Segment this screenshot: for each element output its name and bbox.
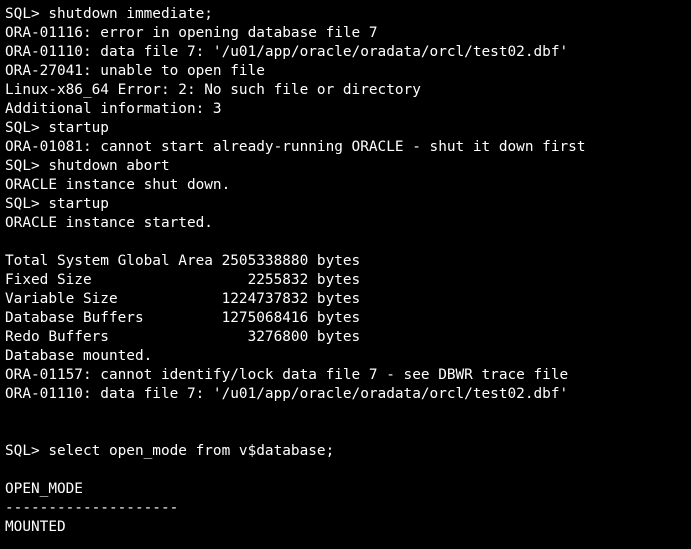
terminal-line: Additional information: 3 (5, 101, 222, 117)
terminal-line: SQL> shutdown immediate; (5, 6, 213, 22)
terminal-line: ORA-01110: data file 7: '/u01/app/oracle… (5, 44, 569, 60)
terminal-line: Redo Buffers 3276800 bytes (5, 329, 361, 345)
terminal-line: Database mounted. (5, 348, 153, 364)
terminal-line: ORA-01081: cannot start already-running … (5, 139, 586, 155)
terminal-line: ORA-01110: data file 7: '/u01/app/oracle… (5, 386, 569, 402)
terminal-line: MOUNTED (5, 519, 66, 535)
terminal-line: ORA-27041: unable to open file (5, 63, 265, 79)
terminal-line: SQL> startup (5, 120, 109, 136)
terminal-line: Total System Global Area 2505338880 byte… (5, 253, 361, 269)
terminal-line: ORACLE instance started. (5, 215, 213, 231)
terminal-line: SQL> shutdown abort (5, 158, 170, 174)
terminal-line: Fixed Size 2255832 bytes (5, 272, 361, 288)
terminal-line: SQL> startup (5, 196, 109, 212)
terminal-line: Variable Size 1224737832 bytes (5, 291, 361, 307)
terminal-line: ORA-01157: cannot identify/lock data fil… (5, 367, 569, 383)
terminal-line: ORACLE instance shut down. (5, 177, 231, 193)
terminal-line: -------------------- (5, 500, 179, 516)
terminal-line: Linux-x86_64 Error: 2: No such file or d… (5, 82, 421, 98)
terminal-line: OPEN_MODE (5, 481, 83, 497)
terminal-line: Database Buffers 1275068416 bytes (5, 310, 361, 326)
terminal-window[interactable]: SQL> shutdown immediate; ORA-01116: erro… (0, 0, 691, 549)
terminal-line: SQL> select open_mode from v$database; (5, 443, 335, 459)
terminal-line: ORA-01116: error in opening database fil… (5, 25, 378, 41)
